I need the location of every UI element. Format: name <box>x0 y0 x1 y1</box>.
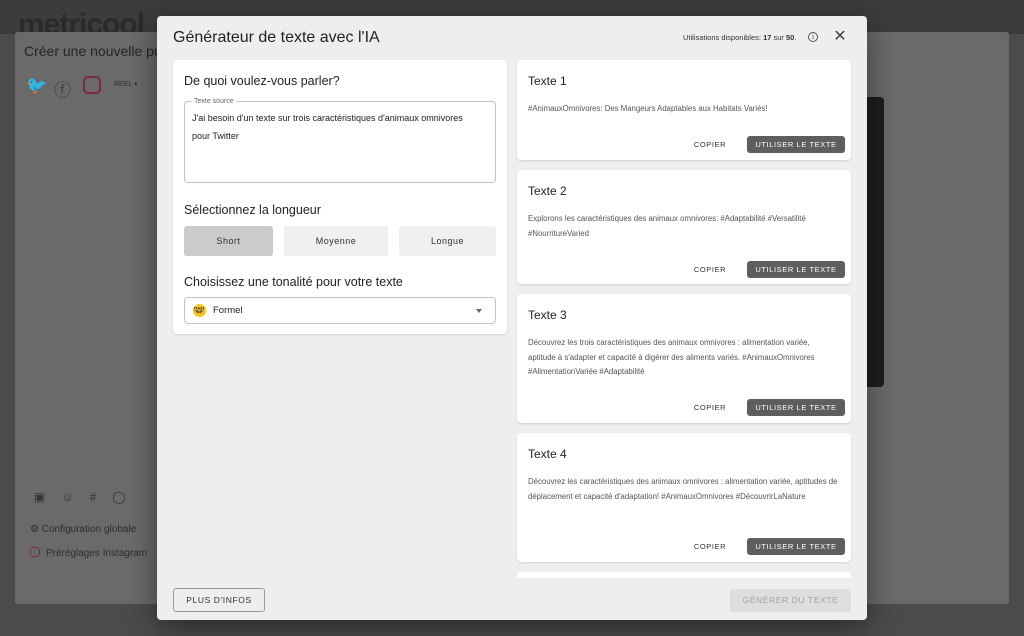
length-medium-button[interactable]: Moyenne <box>284 226 388 256</box>
result-card-partial <box>517 572 851 578</box>
copy-button[interactable]: COPIER <box>685 137 735 153</box>
use-text-button[interactable]: UTILISER LE TEXTE <box>747 261 845 278</box>
result-card: Texte 1 #AnimauxOmnivores: Des Mangeurs … <box>517 60 851 160</box>
twitter-icon: 🐦 <box>26 76 48 95</box>
instagram-icon <box>83 76 101 94</box>
result-text: Explorons les caractéristiques des anima… <box>528 214 806 238</box>
chevron-down-icon <box>476 309 482 313</box>
hashtag-icon: # <box>89 490 97 504</box>
dialog-title: Générateur de texte avec l'IA <box>173 29 380 46</box>
source-text-label: Texte source <box>192 97 236 106</box>
instagram-presets-link: Préréglages Instagram <box>30 547 147 559</box>
tone-heading: Choisissez une tonalité pour votre texte <box>184 275 403 289</box>
result-title: Texte 3 <box>528 308 567 322</box>
use-text-button[interactable]: UTILISER LE TEXTE <box>747 136 845 153</box>
facebook-icon: ⓕ <box>54 81 71 100</box>
global-config-link: ⚙ Configuration globale <box>30 524 137 535</box>
length-long-button[interactable]: Longue <box>399 226 496 256</box>
dialog-header: Générateur de texte avec l'IA Utilisatio… <box>157 16 867 60</box>
ai-text-generator-dialog: Générateur de texte avec l'IA Utilisatio… <box>157 16 867 620</box>
emoji-icon: ☺ <box>61 490 74 504</box>
instagram-mini-icon <box>30 547 40 557</box>
result-card: Texte 2 Explorons les caractéristiques d… <box>517 170 851 284</box>
tone-selected-value: Formel <box>213 305 243 316</box>
editor-toolbar: ▣ ☺ # ◯ <box>34 490 142 504</box>
post-preview <box>866 97 884 387</box>
tone-select[interactable]: 🤓 Formel <box>184 297 496 324</box>
copy-button[interactable]: COPIER <box>685 262 735 278</box>
result-text: Découvrez les trois caractéristiques des… <box>528 338 815 377</box>
length-heading: Sélectionnez la longueur <box>184 203 321 217</box>
length-short-button[interactable]: Short <box>184 226 273 256</box>
result-text: #AnimauxOmnivores: Des Mangeurs Adaptabl… <box>528 104 768 113</box>
source-text-value[interactable]: J'ai besoin d'un texte sur trois caracté… <box>192 109 482 145</box>
result-title: Texte 1 <box>528 74 567 88</box>
result-card: Texte 3 Découvrez les trois caractéristi… <box>517 294 851 423</box>
copy-button[interactable]: COPIER <box>685 539 735 555</box>
media-icon: ▣ <box>34 490 46 504</box>
nerd-face-icon: 🤓 <box>193 304 206 317</box>
generator-form: De quoi voulez-vous parler? Texte source… <box>173 60 507 334</box>
create-post-title: Créer une nouvelle publi <box>24 43 176 59</box>
source-text-field[interactable]: Texte source J'ai besoin d'un texte sur … <box>184 97 496 183</box>
result-text: Découvrez les caractéristiques des anima… <box>528 477 838 501</box>
result-title: Texte 2 <box>528 184 567 198</box>
info-icon[interactable]: i <box>808 32 818 42</box>
generate-text-button[interactable]: GÉNÉRER DU TEXTE <box>730 589 851 612</box>
result-title: Texte 4 <box>528 447 567 461</box>
more-info-button[interactable]: PLUS D'INFOS <box>173 588 265 612</box>
use-text-button[interactable]: UTILISER LE TEXTE <box>747 538 845 555</box>
close-icon[interactable]: ✕ <box>832 29 848 45</box>
usage-counter: Utilisations disponibles: 17 sur 50. <box>683 33 797 42</box>
topic-heading: De quoi voulez-vous parler? <box>184 74 340 88</box>
result-card: Texte 4 Découvrez les caractéristiques d… <box>517 433 851 562</box>
format-selector: REEL ▾ <box>114 81 138 88</box>
comment-icon: ◯ <box>112 490 126 504</box>
copy-button[interactable]: COPIER <box>685 400 735 416</box>
use-text-button[interactable]: UTILISER LE TEXTE <box>747 399 845 416</box>
